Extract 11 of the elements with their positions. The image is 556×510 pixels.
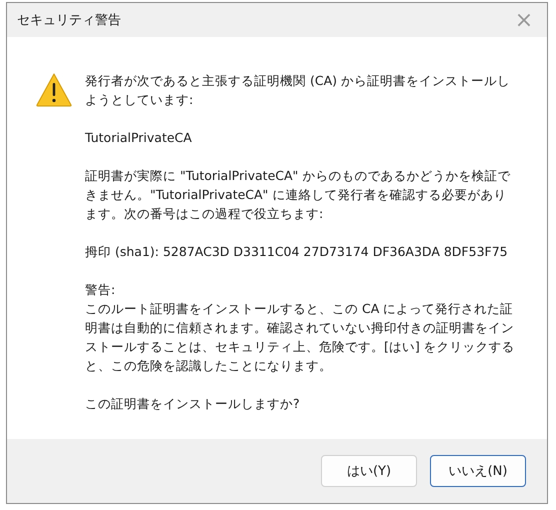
ca-name: TutorialPrivateCA <box>85 129 193 147</box>
warning-icon <box>36 73 72 107</box>
verify-text: 証明書が実際に "TutorialPrivateCA" からのものであるかどうかを検証できません。"TutorialPrivateCA" に連絡して発行者を確認する必要があります。次の番号はこの過程で役立ちます: <box>85 167 512 223</box>
thumbprint-text: 拇印 (sha1): 5287AC3D D3311C04 27D73174 DF36A3DA 8DF53F75 <box>85 243 509 261</box>
warning-text: このルート証明書をインストールすると、この CA によって発行された証明書は自動的に信頼されます。確認されていない拇印付きの証明書をインストールすることは、セキュリティ上、危険です。[はい] をクリックすると、この危険を認識したことになります。 <box>85 300 516 375</box>
no-button[interactable]: いいえ(N) <box>430 455 526 487</box>
question-text: この証明書をインストールしますか? <box>85 395 301 413</box>
window-title: セキュリティ警告 <box>17 12 121 29</box>
intro-text: 発行者が次であると主張する証明機関 (CA) から証明書をインストールしようとしています: <box>85 72 511 109</box>
warning-heading: 警告: <box>85 281 116 299</box>
yes-button[interactable]: はい(Y) <box>321 455 417 487</box>
